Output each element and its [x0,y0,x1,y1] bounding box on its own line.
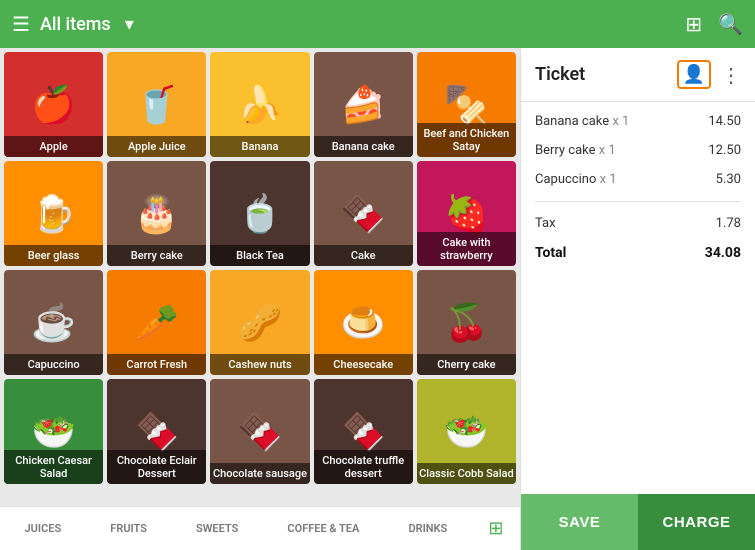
grid-item-label-beef-chicken-satay: Beef and Chicken Satay [417,123,516,157]
grid-item-cashew-nuts[interactable]: 🥜Cashew nuts [210,270,309,375]
grid-item-label-banana-cake: Banana cake [314,136,413,157]
items-grid: 🍎Apple🥤Apple Juice🍌Banana🍰Banana cake🍢Be… [4,52,516,484]
ticket-item-name: Capuccino x 1 [535,172,716,187]
menu-icon[interactable]: ☰ [12,12,30,36]
ticket-total-line: Total 34.08 [535,245,741,261]
grid-item-label-choc-sausage: Chocolate sausage [210,463,309,484]
total-label: Total [535,245,566,261]
category-sweets[interactable]: SWEETS [188,518,246,539]
save-button[interactable]: SAVE [521,494,638,550]
header-left: ☰ All items ▾ [12,12,685,36]
grid-item-choc-sausage[interactable]: 🍫Chocolate sausage [210,379,309,484]
grid-item-label-choc-truffle: Chocolate truffle dessert [314,450,413,484]
grid-item-label-cake-strawberry: Cake with strawberry [417,232,516,266]
category-bar: JUICES FRUITS SWEETS COFFEE & TEA DRINKS ⊞ [0,506,520,550]
grid-item-label-apple-juice: Apple Juice [107,136,206,157]
grid-item-apple[interactable]: 🍎Apple [4,52,103,157]
grid-item-label-cashew-nuts: Cashew nuts [210,354,309,375]
grid-item-beer-glass[interactable]: 🍺Beer glass [4,161,103,266]
grid-item-cake-strawberry[interactable]: 🍓Cake with strawberry [417,161,516,266]
ticket-item-name: Berry cake x 1 [535,143,708,158]
more-options-icon[interactable]: ⋮ [721,63,741,87]
ticket-line-banana-cake: Banana cake x 1 14.50 [535,114,741,129]
scan-icon[interactable]: ⊞ [685,12,702,36]
total-value: 34.08 [705,245,741,261]
ticket-tax-line: Tax 1.78 [535,216,741,231]
grid-item-carrot-fresh[interactable]: 🥕Carrot Fresh [107,270,206,375]
ticket-divider [535,201,741,202]
grid-item-banana-cake[interactable]: 🍰Banana cake [314,52,413,157]
app-header: ☰ All items ▾ ⊞ 🔍 [0,0,755,48]
tax-label: Tax [535,216,556,231]
grid-item-label-carrot-fresh: Carrot Fresh [107,354,206,375]
ticket-header: Ticket 👤 ⋮ [521,48,755,102]
grid-item-cake[interactable]: 🍫Cake [314,161,413,266]
grid-item-label-cherry-cake: Cherry cake [417,354,516,375]
search-icon[interactable]: 🔍 [718,12,743,36]
ticket-item-price: 12.50 [708,143,741,158]
grid-item-beef-chicken-satay[interactable]: 🍢Beef and Chicken Satay [417,52,516,157]
charge-button[interactable]: CHARGE [638,494,755,550]
grid-item-banana[interactable]: 🍌Banana [210,52,309,157]
grid-item-label-apple: Apple [4,136,103,157]
grid-item-label-choc-eclair: Chocolate Eclair Dessert [107,450,206,484]
dropdown-icon[interactable]: ▾ [125,14,134,35]
grid-item-apple-juice[interactable]: 🥤Apple Juice [107,52,206,157]
grid-item-chicken-caesar[interactable]: 🥗Chicken Caesar Salad [4,379,103,484]
grid-item-capuccino[interactable]: ☕Capuccino [4,270,103,375]
ticket-items-list: Banana cake x 1 14.50 Berry cake x 1 12.… [521,102,755,494]
grid-item-label-beer-glass: Beer glass [4,245,103,266]
grid-view-icon[interactable]: ⊞ [488,518,503,539]
tax-value: 1.78 [716,216,741,231]
grid-item-label-black-tea: Black Tea [210,245,309,266]
grid-item-label-banana: Banana [210,136,309,157]
category-juices[interactable]: JUICES [17,518,70,539]
category-coffee-tea[interactable]: COFFEE & TEA [279,518,367,539]
grid-item-berry-cake[interactable]: 🎂Berry cake [107,161,206,266]
ticket-action-icons: 👤 ⋮ [677,60,741,89]
header-icons: ⊞ 🔍 [685,12,743,36]
grid-item-classic-cobb[interactable]: 🥗Classic Cobb Salad [417,379,516,484]
ticket-line-capuccino: Capuccino x 1 5.30 [535,172,741,187]
main-content: 🍎Apple🥤Apple Juice🍌Banana🍰Banana cake🍢Be… [0,48,755,550]
items-grid-area: 🍎Apple🥤Apple Juice🍌Banana🍰Banana cake🍢Be… [0,48,520,506]
grid-item-label-berry-cake: Berry cake [107,245,206,266]
header-title: All items [40,14,111,35]
grid-item-label-chicken-caesar: Chicken Caesar Salad [4,450,103,484]
grid-item-cheesecake[interactable]: 🍮Cheesecake [314,270,413,375]
grid-item-label-capuccino: Capuccino [4,354,103,375]
ticket-title: Ticket [535,64,585,85]
ticket-panel: Ticket 👤 ⋮ Banana cake x 1 14.50 Berry c… [520,48,755,550]
grid-item-choc-truffle[interactable]: 🍫Chocolate truffle dessert [314,379,413,484]
category-fruits[interactable]: FRUITS [102,518,155,539]
grid-item-black-tea[interactable]: 🍵Black Tea [210,161,309,266]
ticket-item-price: 14.50 [708,114,741,129]
grid-item-label-classic-cobb: Classic Cobb Salad [417,463,516,484]
left-panel: 🍎Apple🥤Apple Juice🍌Banana🍰Banana cake🍢Be… [0,48,520,550]
ticket-item-name: Banana cake x 1 [535,114,708,129]
grid-item-cherry-cake[interactable]: 🍒Cherry cake [417,270,516,375]
grid-item-choc-eclair[interactable]: 🍫Chocolate Eclair Dessert [107,379,206,484]
action-buttons: SAVE CHARGE [521,494,755,550]
add-customer-icon[interactable]: 👤 [677,60,711,89]
ticket-item-price: 5.30 [716,172,741,187]
grid-item-label-cheesecake: Cheesecake [314,354,413,375]
category-drinks[interactable]: DRINKS [400,518,455,539]
ticket-line-berry-cake: Berry cake x 1 12.50 [535,143,741,158]
grid-item-label-cake: Cake [314,245,413,266]
